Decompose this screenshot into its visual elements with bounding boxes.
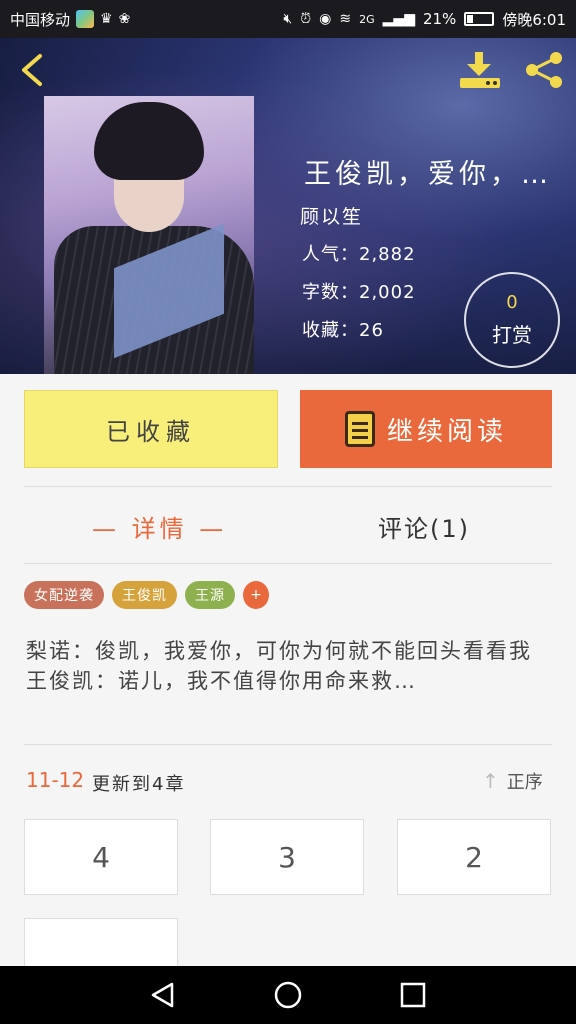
book-cover-image (44, 96, 254, 374)
book-header: 王俊凯，爱你，… 顾以笙 人气：2,882 字数：2,002 收藏：26 0 打… (0, 38, 576, 374)
book-title: 王俊凯，爱你，… (304, 159, 552, 190)
tag-item[interactable]: 王源 (185, 581, 235, 609)
play-store-icon (76, 10, 95, 28)
summary-line: 梨诺：俊凯，我爱你，可你为何就不能回头看看我 (26, 639, 532, 663)
chapter-button[interactable]: 2 (397, 819, 551, 895)
sort-button[interactable]: ↑ 正序 (482, 768, 543, 794)
continue-reading-label: 继续阅读 (386, 416, 507, 447)
popularity-stat: 人气：2,882 (302, 244, 416, 265)
back-button[interactable] (14, 52, 50, 88)
share-icon (526, 52, 562, 88)
favorited-button[interactable]: 已收藏 (24, 390, 278, 468)
tip-count: 0 (506, 292, 518, 313)
carrier-label: 中国移动 (10, 10, 71, 29)
status-bar: 中国移动 ♛ ❀ 🔇︎ ⏰︎ ◉ ≋ 2G ▂▄▆ 21% 傍晚6:01 (0, 0, 576, 38)
signal-icon: ▂▄▆ (382, 11, 415, 27)
tip-button[interactable]: 0 打赏 (464, 272, 560, 368)
tip-label: 打赏 (492, 323, 532, 347)
word-count-stat: 字数：2,002 (302, 282, 416, 303)
circle-home-icon (274, 981, 302, 1009)
share-button[interactable] (522, 50, 566, 90)
update-date: 11-12 (26, 768, 85, 792)
tag-list: 女配逆袭 王俊凯 王源 + (24, 581, 269, 609)
mute-icon: 🔇︎ (283, 11, 293, 27)
arrow-up-icon: ↑ (482, 769, 499, 793)
add-tag-button[interactable]: + (243, 581, 269, 609)
mascot-icon: ❀ (118, 11, 131, 27)
nav-home-button[interactable] (268, 975, 308, 1015)
divider (24, 486, 552, 487)
download-icon (460, 52, 500, 88)
battery-percent: 21% (422, 10, 457, 28)
book-summary[interactable]: 梨诺：俊凯，我爱你，可你为何就不能回头看看我 王俊凯：诺儿，我不值得你用命来救… (26, 636, 554, 696)
nav-back-button[interactable] (143, 975, 183, 1015)
divider (24, 563, 552, 564)
tag-item[interactable]: 女配逆袭 (24, 581, 104, 609)
battery-icon (464, 12, 495, 26)
tab-comments[interactable]: 评论(1) (378, 506, 470, 546)
chevron-left-icon (22, 54, 42, 86)
system-nav-bar (0, 966, 576, 1024)
book-icon (344, 411, 375, 447)
update-text: 更新到4章 (92, 774, 186, 795)
summary-line: 王俊凯：诺儿，我不值得你用命来救… (26, 669, 417, 693)
eye-icon: ◉ (319, 11, 332, 27)
chapter-button[interactable]: 4 (24, 819, 178, 895)
notification-icon: ♛ (100, 11, 113, 27)
book-author[interactable]: 顾以笙 (300, 202, 363, 229)
alarm-icon: ⏰︎ (300, 11, 312, 27)
tag-item[interactable]: 王俊凯 (112, 581, 177, 609)
favorites-stat: 收藏：26 (302, 320, 384, 341)
clock: 傍晚6:01 (502, 10, 566, 29)
wifi-icon: ≋ (339, 11, 352, 27)
continue-reading-button[interactable]: 继续阅读 (300, 390, 552, 468)
network-label: 2G (359, 12, 375, 26)
sort-label: 正序 (506, 772, 543, 793)
tab-detail[interactable]: — 详情 — (92, 506, 227, 546)
square-recent-icon (401, 982, 426, 1008)
download-button[interactable] (458, 50, 502, 90)
favorited-label: 已收藏 (106, 417, 196, 446)
chapter-button[interactable]: 3 (210, 819, 364, 895)
nav-recent-button[interactable] (393, 975, 433, 1015)
triangle-back-icon (151, 982, 173, 1008)
divider (24, 744, 552, 745)
